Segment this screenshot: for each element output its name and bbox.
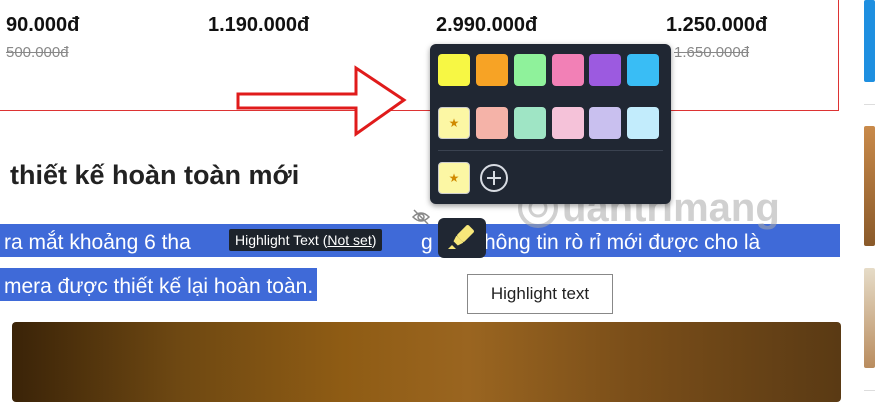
shortcut-not-set-link[interactable]: Not set — [327, 232, 371, 248]
color-swatch-light-purple[interactable] — [589, 107, 621, 139]
palette-divider — [438, 150, 663, 151]
eye-off-icon[interactable] — [410, 206, 432, 228]
article-heading: thiết kế hoàn toàn mới — [10, 160, 300, 190]
custom-color-swatch[interactable]: ★ — [438, 162, 470, 194]
star-icon: ★ — [448, 171, 460, 185]
color-swatch-blue[interactable] — [627, 54, 659, 86]
highlight-button[interactable] — [438, 218, 486, 258]
sidebar-thumbnail-1[interactable] — [864, 0, 875, 82]
color-swatch-light-green[interactable] — [514, 107, 546, 139]
line1-left: ra mắt khoảng 6 tha — [4, 231, 191, 254]
price-current-1: 90.000đ — [6, 14, 80, 36]
tooltip-close-paren: ) — [371, 232, 377, 248]
article-photo — [12, 322, 841, 402]
price-current-4: 1.250.000đ — [666, 14, 768, 36]
color-swatch-pink[interactable] — [552, 54, 584, 86]
price-old-4: 1.650.000đ — [674, 44, 750, 61]
star-icon: ★ — [448, 116, 460, 130]
sidebar-divider-1 — [864, 104, 875, 105]
color-swatch-yellow[interactable] — [438, 54, 470, 86]
price-old-1: 500.000đ — [6, 44, 69, 61]
selected-text-line-2[interactable]: mera được thiết kế lại hoàn toàn. — [0, 268, 318, 301]
highlighter-icon — [448, 225, 474, 249]
color-swatch-light-yellow-selected[interactable]: ★ — [438, 107, 470, 139]
sidebar-divider-2 — [864, 390, 875, 391]
red-arrow-annotation — [236, 65, 407, 137]
color-swatch-green[interactable] — [514, 54, 546, 86]
plus-icon[interactable] — [480, 164, 508, 192]
color-swatch-purple[interactable] — [589, 54, 621, 86]
color-swatch-light-salmon[interactable] — [476, 107, 508, 139]
color-swatch-light-blue[interactable] — [627, 107, 659, 139]
price-current-3: 2.990.000đ — [436, 14, 538, 36]
line2-text: mera được thiết kế lại hoàn toàn. — [0, 268, 318, 301]
color-swatch-orange[interactable] — [476, 54, 508, 86]
sidebar-thumbnail-3[interactable] — [864, 268, 875, 368]
highlight-hover-tooltip: Highlight text — [467, 274, 613, 314]
color-swatch-light-pink[interactable] — [552, 107, 584, 139]
price-current-2: 1.190.000đ — [208, 14, 310, 36]
tooltip-label: Highlight Text — [235, 232, 319, 248]
highlight-color-palette: ★ ★ — [430, 44, 671, 204]
sidebar-thumbnail-2[interactable] — [864, 126, 875, 246]
highlight-shortcut-tooltip: Highlight Text (Not set) — [229, 229, 383, 251]
